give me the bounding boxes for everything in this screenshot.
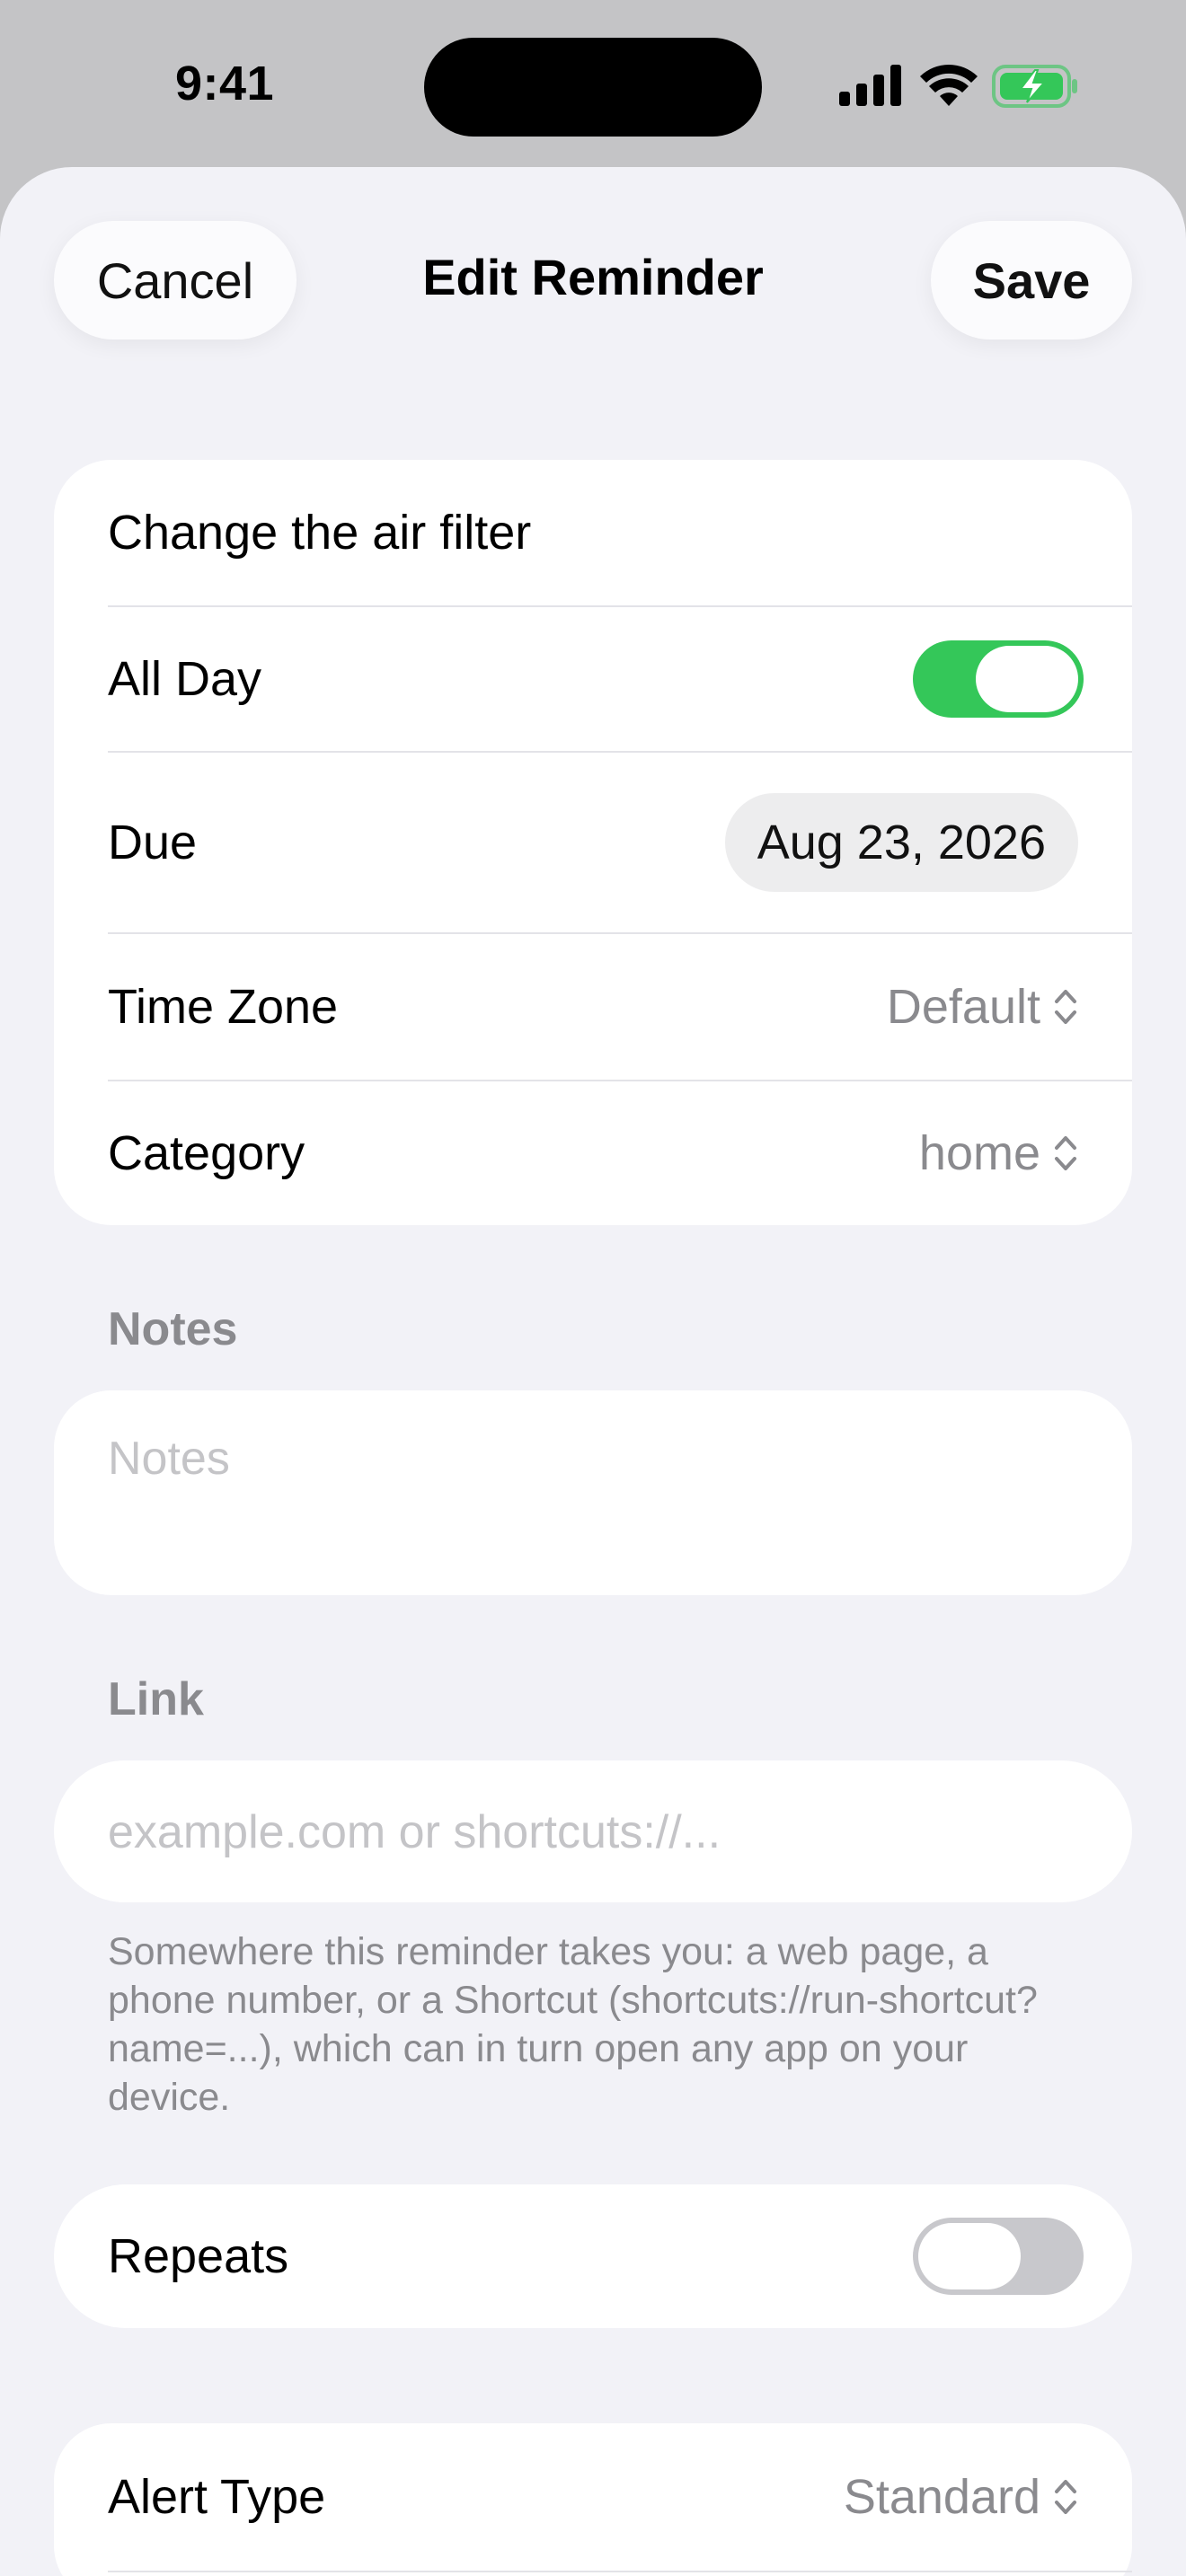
all-day-toggle[interactable] (913, 640, 1084, 718)
alert-type-picker[interactable]: Standard (844, 2469, 1078, 2525)
notes-placeholder: Notes (108, 1433, 230, 1485)
category-picker[interactable]: home (919, 1125, 1078, 1181)
due-date-picker[interactable]: Aug 23, 2026 (724, 793, 1078, 892)
cancel-button[interactable]: Cancel (54, 221, 296, 340)
link-footnote: Somewhere this reminder takes you: a web… (108, 1930, 1038, 2119)
due-label: Due (108, 816, 198, 869)
alert-type-row[interactable]: Alert Type Standard (108, 2423, 1078, 2571)
details-card: Change the air filter All Day Due Aug 23… (54, 460, 1132, 1225)
alert-type-label: Alert Type (108, 2470, 326, 2524)
all-day-row: All Day (108, 607, 1084, 751)
repeats-card: Repeats (54, 2184, 1132, 2328)
battery-charging-icon (992, 65, 1077, 108)
category-value: home (918, 1126, 1040, 1180)
repeats-label: Repeats (108, 2229, 289, 2283)
page-title: Edit Reminder (422, 249, 764, 305)
chevron-up-down-icon (1055, 990, 1076, 1024)
time-zone-picker[interactable]: Default (887, 979, 1078, 1035)
title-field-value: Change the air filter (108, 506, 532, 560)
repeats-toggle[interactable] (913, 2218, 1084, 2295)
due-row: Due Aug 23, 2026 (108, 753, 1078, 932)
status-time: 9:41 (174, 57, 275, 110)
alert-card: Alert Type Standard (54, 2423, 1132, 2576)
link-field[interactable]: example.com or shortcuts://... (54, 1760, 1132, 1902)
notes-field[interactable]: Notes (54, 1390, 1132, 1595)
time-zone-label: Time Zone (108, 980, 339, 1034)
save-button[interactable]: Save (931, 221, 1132, 340)
time-zone-row[interactable]: Time Zone Default (108, 934, 1078, 1080)
link-section-label: Link (108, 1673, 204, 1725)
all-day-label: All Day (108, 652, 262, 706)
title-field[interactable]: Change the air filter (108, 460, 1078, 605)
chevron-up-down-icon (1055, 2480, 1076, 2514)
repeats-row: Repeats (108, 2184, 1084, 2328)
wifi-icon (920, 65, 978, 106)
status-bar: 9:41 (0, 0, 1186, 167)
toggle-knob (976, 646, 1078, 712)
chevron-up-down-icon (1055, 1136, 1076, 1170)
alert-type-value: Standard (843, 2470, 1040, 2524)
signal-icon (839, 65, 901, 106)
toggle-knob (918, 2223, 1021, 2289)
notes-section-label: Notes (108, 1303, 238, 1355)
link-placeholder: example.com or shortcuts://... (108, 1806, 721, 1858)
category-row[interactable]: Category home (108, 1081, 1078, 1225)
time-zone-value: Default (886, 980, 1040, 1034)
dynamic-island (424, 38, 762, 137)
divider (108, 2571, 1132, 2572)
category-label: Category (108, 1126, 305, 1180)
